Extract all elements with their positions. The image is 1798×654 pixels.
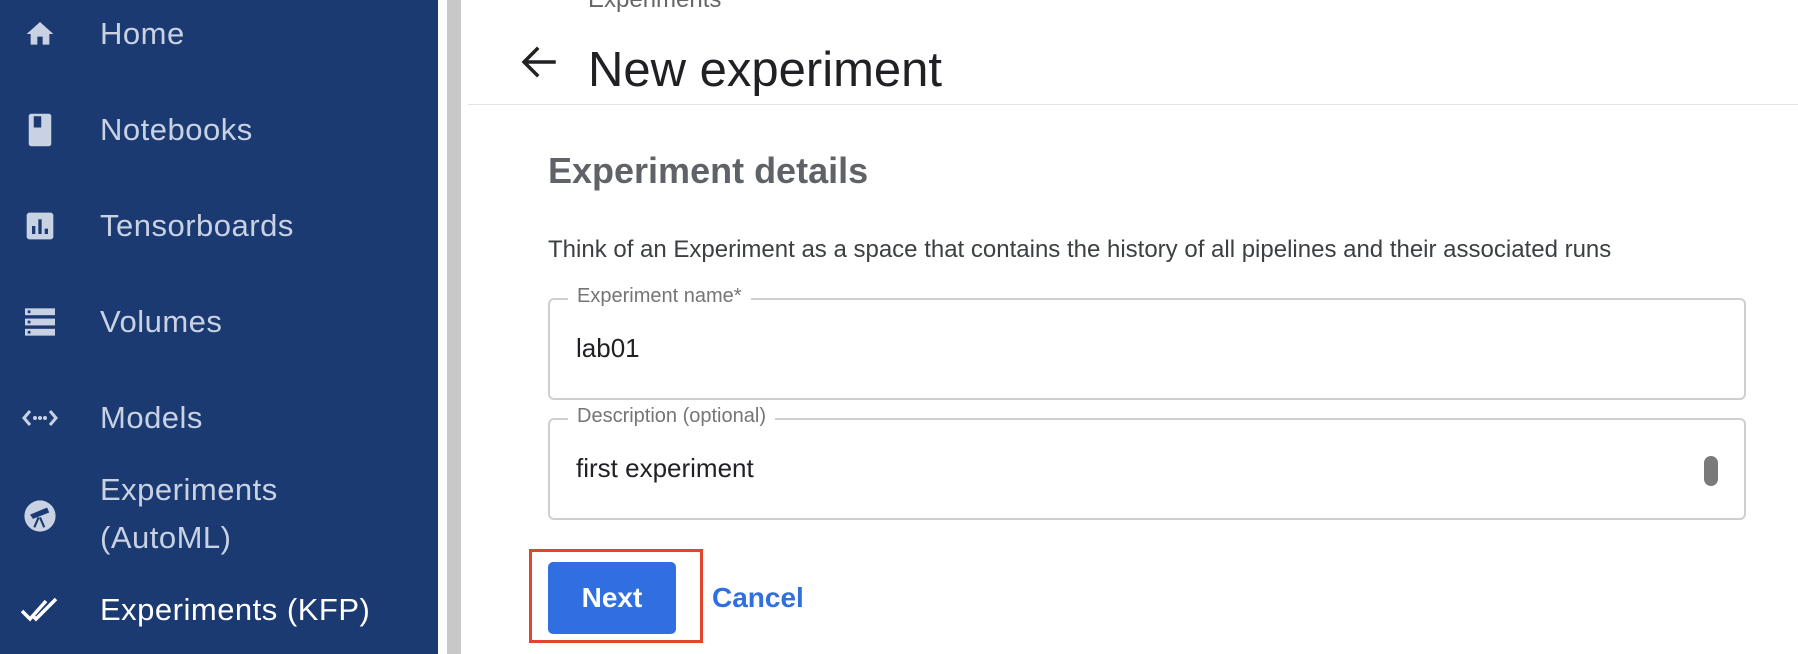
description-input[interactable]: [576, 448, 1676, 488]
back-button[interactable]: [518, 44, 558, 84]
sidebar-item-label: Experiments (AutoML): [100, 466, 278, 562]
page-title: New experiment: [588, 43, 943, 97]
sidebar-item-label: Home: [100, 16, 185, 51]
chart-icon: [20, 206, 60, 246]
breadcrumb[interactable]: Experiments: [588, 0, 721, 14]
sidebar-item-label-line2: (AutoML): [100, 520, 232, 555]
sidebar-item-label: Volumes: [100, 304, 223, 339]
telescope-icon: [20, 496, 60, 536]
cancel-button[interactable]: Cancel: [712, 582, 804, 614]
arrow-back-icon: [520, 45, 556, 84]
description-field: Description (optional): [548, 405, 1746, 520]
textarea-scrollbar[interactable]: [1704, 456, 1718, 486]
notebook-icon: [20, 110, 60, 150]
sidebar-item-home[interactable]: Home: [0, 10, 438, 58]
sidebar-resize-handle[interactable]: [447, 0, 461, 654]
experiment-name-field: Experiment name*: [548, 285, 1746, 400]
sidebar-item-label: Models: [100, 400, 203, 435]
double-check-icon: [20, 590, 60, 630]
sidebar-item-models[interactable]: Models: [0, 394, 438, 442]
sidebar-item-label: Tensorboards: [100, 208, 294, 243]
section-description: Think of an Experiment as a space that c…: [548, 236, 1612, 263]
description-label: Description (optional): [568, 405, 775, 428]
section-title: Experiment details: [548, 150, 869, 191]
sidebar-divider: [438, 0, 462, 654]
home-icon: [20, 14, 60, 54]
experiment-name-input[interactable]: [576, 328, 1676, 368]
sidebar-item-tensorboards[interactable]: Tensorboards: [0, 202, 438, 250]
sidebar: Home Notebooks Tensorboards Volumes Mode…: [0, 0, 438, 654]
experiment-name-label: Experiment name*: [568, 285, 751, 308]
sidebar-item-label: Notebooks: [100, 112, 253, 147]
storage-icon: [20, 302, 60, 342]
sidebar-item-label: Experiments (KFP): [100, 592, 371, 627]
next-button[interactable]: Next: [548, 562, 676, 634]
sidebar-item-volumes[interactable]: Volumes: [0, 298, 438, 346]
code-arrows-icon: [20, 398, 60, 438]
page-header: Experiments New experiment: [468, 0, 1798, 105]
sidebar-item-label-line1: Experiments: [100, 472, 278, 507]
sidebar-item-experiments-automl[interactable]: Experiments (AutoML): [0, 466, 438, 566]
sidebar-item-notebooks[interactable]: Notebooks: [0, 106, 438, 154]
sidebar-item-experiments-kfp[interactable]: Experiments (KFP): [0, 586, 438, 634]
